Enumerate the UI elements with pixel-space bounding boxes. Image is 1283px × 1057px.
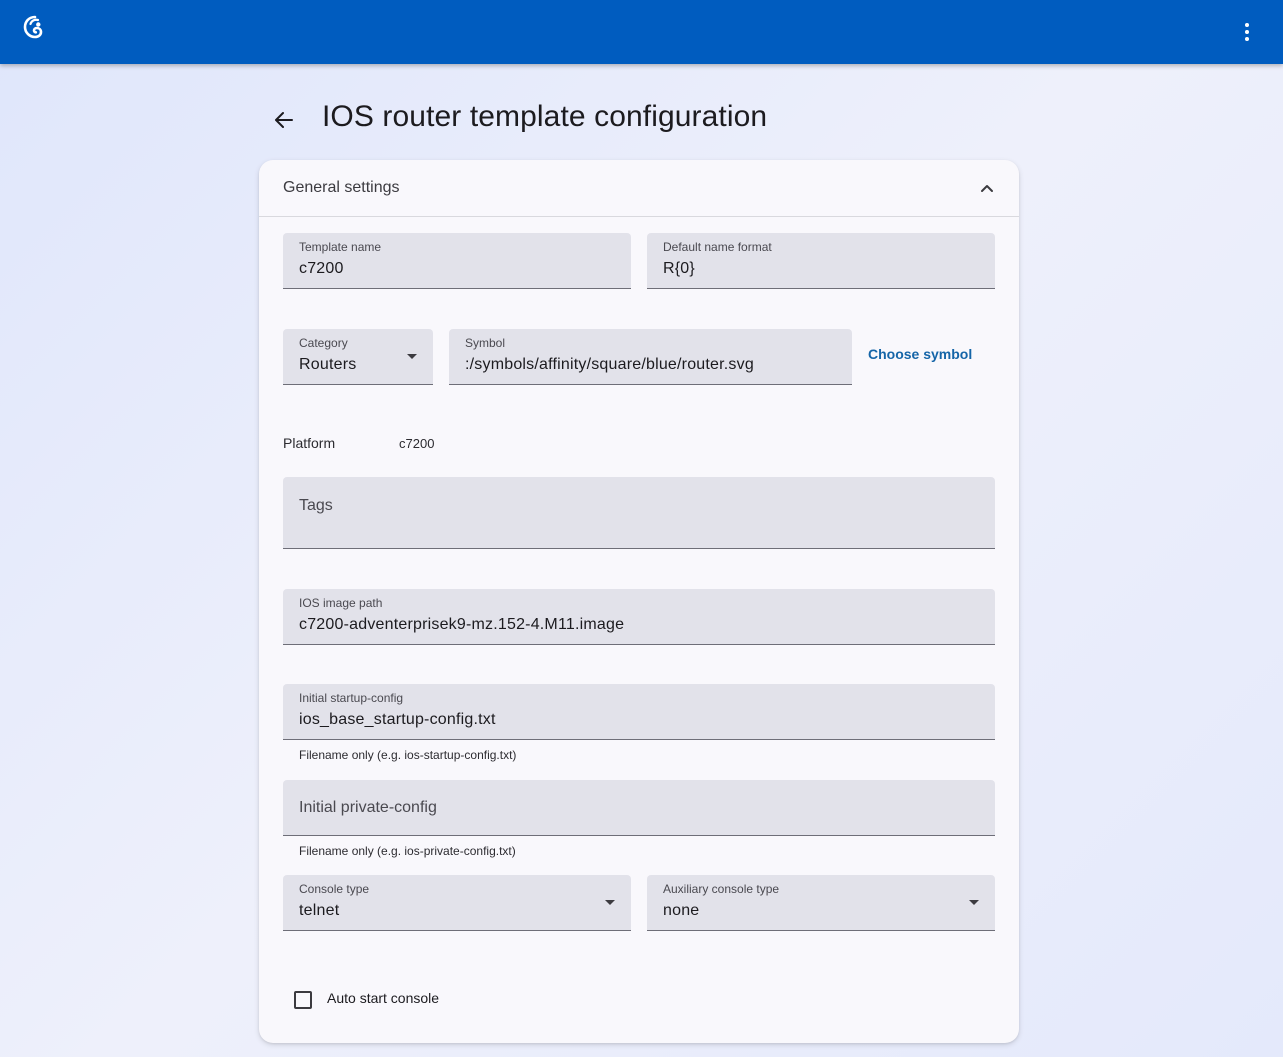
general-settings-card: General settings Template name c7200 Def… bbox=[259, 160, 1019, 1043]
console-type-label: Console type bbox=[299, 882, 370, 896]
dropdown-arrow-icon bbox=[605, 900, 615, 905]
platform-label: Platform bbox=[283, 435, 336, 451]
category-value: Routers bbox=[299, 356, 357, 373]
tags-input[interactable]: Tags bbox=[283, 477, 995, 549]
ios-image-path-input[interactable]: IOS image path c7200-adventerprisek9-mz.… bbox=[283, 589, 995, 645]
symbol-value: :/symbols/affinity/square/blue/router.sv… bbox=[465, 356, 754, 373]
private-config-hint: Filename only (e.g. ios-private-config.t… bbox=[299, 844, 516, 858]
aux-console-type-select[interactable]: Auxiliary console type none bbox=[647, 875, 995, 931]
dropdown-arrow-icon bbox=[969, 900, 979, 905]
general-settings-panel-header[interactable]: General settings bbox=[259, 160, 1019, 217]
top-app-bar bbox=[0, 0, 1283, 64]
aux-console-type-value: none bbox=[663, 902, 700, 919]
console-type-select[interactable]: Console type telnet bbox=[283, 875, 631, 931]
template-name-label: Template name bbox=[299, 240, 382, 254]
startup-config-input[interactable]: Initial startup-config ios_base_startup-… bbox=[283, 684, 995, 740]
startup-config-value: ios_base_startup-config.txt bbox=[299, 711, 496, 728]
default-name-format-label: Default name format bbox=[663, 240, 772, 254]
category-label: Category bbox=[299, 336, 348, 350]
auto-start-console-label[interactable]: Auto start console bbox=[327, 990, 439, 1006]
default-name-format-input[interactable]: Default name format R{0} bbox=[647, 233, 995, 289]
startup-config-hint: Filename only (e.g. ios-startup-config.t… bbox=[299, 748, 517, 762]
symbol-label: Symbol bbox=[465, 336, 506, 350]
private-config-placeholder: Initial private-config bbox=[299, 799, 437, 816]
aux-console-type-label: Auxiliary console type bbox=[663, 882, 780, 896]
console-type-value: telnet bbox=[299, 902, 340, 919]
ios-image-path-label: IOS image path bbox=[299, 596, 383, 610]
private-config-input[interactable]: Initial private-config bbox=[283, 780, 995, 836]
ios-image-path-value: c7200-adventerprisek9-mz.152-4.M11.image bbox=[299, 616, 625, 633]
page-title: IOS router template configuration bbox=[322, 100, 768, 133]
tags-placeholder: Tags bbox=[299, 497, 333, 514]
symbol-input[interactable]: Symbol :/symbols/affinity/square/blue/ro… bbox=[449, 329, 852, 385]
startup-config-label: Initial startup-config bbox=[299, 691, 404, 705]
category-select[interactable]: Category Routers bbox=[283, 329, 433, 385]
choose-symbol-button[interactable]: Choose symbol bbox=[868, 346, 972, 362]
chameleon-logo-icon[interactable] bbox=[22, 14, 48, 40]
platform-value: c7200 bbox=[399, 436, 435, 451]
chevron-up-icon bbox=[981, 185, 993, 192]
template-name-input[interactable]: Template name c7200 bbox=[283, 233, 631, 289]
dropdown-arrow-icon bbox=[407, 354, 417, 359]
default-name-format-value: R{0} bbox=[663, 260, 695, 277]
panel-title: General settings bbox=[283, 179, 400, 196]
more-vertical-icon[interactable] bbox=[1233, 18, 1261, 46]
template-name-value: c7200 bbox=[299, 260, 344, 277]
auto-start-console-checkbox[interactable] bbox=[294, 991, 312, 1009]
arrow-left-icon[interactable] bbox=[268, 104, 300, 136]
